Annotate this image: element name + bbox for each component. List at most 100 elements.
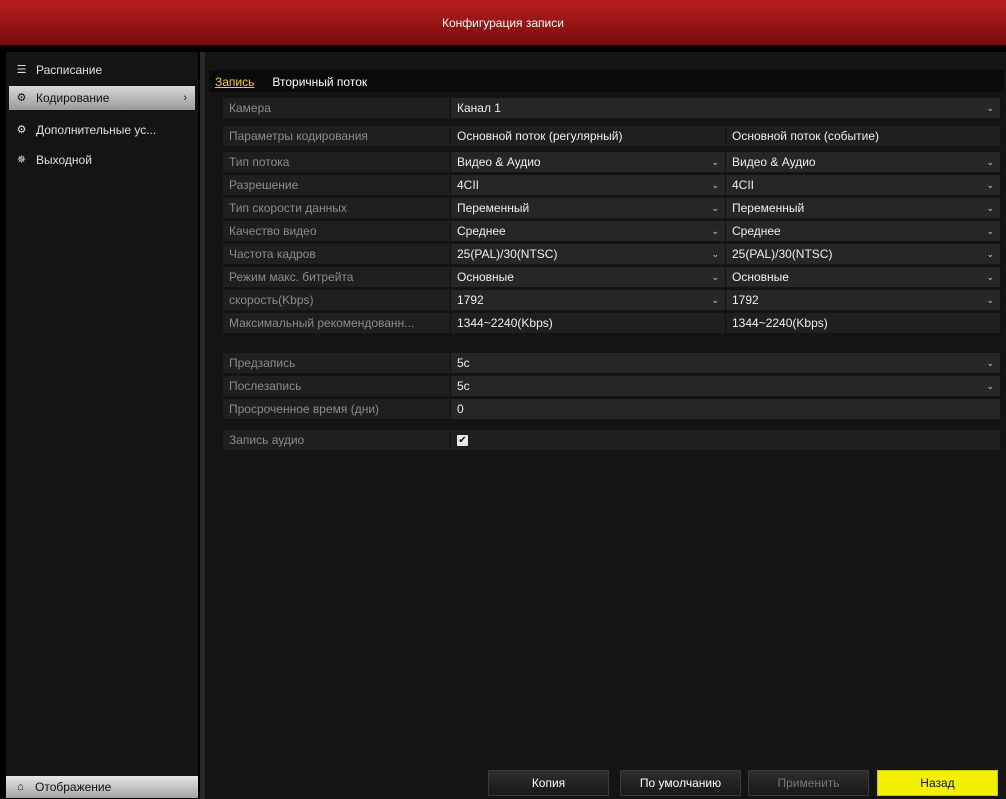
- tab-bar: Запись Вторичный поток: [209, 70, 1004, 92]
- default-button[interactable]: По умолчанию: [620, 770, 741, 796]
- sidebar-item-schedule[interactable]: ☰ Расписание: [9, 58, 195, 82]
- select-value: 5с: [457, 356, 470, 370]
- max-bitrate-mode-regular-select[interactable]: Основные ⌄: [451, 267, 726, 287]
- sidebar-item-encoding[interactable]: ⚙ Кодирование ›: [9, 86, 195, 110]
- chevron-down-icon: ⌄: [711, 271, 719, 282]
- select-value: 1792: [457, 293, 484, 307]
- column-header-regular: Основной поток (регулярный): [451, 126, 726, 146]
- apply-button[interactable]: Применить: [748, 770, 869, 796]
- calendar-icon: ☰: [16, 63, 27, 76]
- select-value: Видео & Аудио: [457, 155, 541, 169]
- camera-select[interactable]: Канал 1 ⌄: [451, 98, 1001, 118]
- bitrate-event-select[interactable]: 1792 ⌄: [726, 290, 1001, 310]
- chevron-down-icon: ⌄: [711, 248, 719, 259]
- prerecord-row: Предзапись 5с ⌄: [223, 353, 1001, 373]
- video-quality-label: Качество видео: [223, 221, 451, 241]
- recommended-bitrate-row: Максимальный рекомендованн... 1344~2240(…: [223, 313, 1001, 333]
- gear-icon: ⚙: [16, 91, 27, 104]
- main-content: Запись Вторичный поток Камера Канал 1 ⌄ …: [205, 52, 1006, 799]
- stream-type-regular-select[interactable]: Видео & Аудио ⌄: [451, 152, 726, 172]
- bitrate-type-label: Тип скорости данных: [223, 198, 451, 218]
- stream-type-row: Тип потока Видео & Аудио ⌄ Видео & Аудио ⌄: [223, 152, 1001, 172]
- home-icon: ⌂: [17, 780, 24, 793]
- camera-label: Камера: [223, 98, 451, 118]
- holiday-icon: ✵: [16, 153, 27, 166]
- sidebar-bottom-label: Отображение: [35, 780, 112, 794]
- select-value: 4CII: [457, 178, 480, 192]
- audio-record-checkbox[interactable]: ✔: [457, 434, 468, 446]
- bitrate-regular-select[interactable]: 1792 ⌄: [451, 290, 726, 310]
- select-value: Переменный: [732, 201, 805, 215]
- bitrate-type-row: Тип скорости данных Переменный ⌄ Переменн…: [223, 198, 1001, 218]
- bitrate-type-regular-select[interactable]: Переменный ⌄: [451, 198, 726, 218]
- back-button[interactable]: Назад: [877, 770, 998, 796]
- prerecord-label: Предзапись: [223, 353, 451, 373]
- recommended-bitrate-label: Максимальный рекомендованн...: [223, 313, 451, 333]
- window-title: Конфигурация записи: [442, 15, 564, 30]
- chevron-down-icon: ⌄: [986, 202, 994, 213]
- expired-time-input[interactable]: 0: [451, 399, 1001, 419]
- window-title-bar: Конфигурация записи: [0, 0, 1006, 46]
- bitrate-row: скорость(Kbps) 1792 ⌄ 1792 ⌄: [223, 290, 1001, 310]
- recommended-bitrate-event: 1344~2240(Kbps): [726, 313, 1001, 333]
- max-bitrate-mode-event-select[interactable]: Основные ⌄: [726, 267, 1001, 287]
- expired-time-row: Просроченное время (дни) 0: [223, 399, 1001, 419]
- select-value: Переменный: [457, 201, 530, 215]
- resolution-row: Разрешение 4CII ⌄ 4CII ⌄: [223, 175, 1001, 195]
- sidebar-display-button[interactable]: ⌂ Отображение: [6, 776, 198, 798]
- input-value: 0: [457, 402, 464, 416]
- video-quality-regular-select[interactable]: Среднее ⌄: [451, 221, 726, 241]
- chevron-down-icon: ⌄: [986, 380, 994, 391]
- sidebar-item-holiday[interactable]: ✵ Выходной: [9, 148, 195, 172]
- resolution-event-select[interactable]: 4CII ⌄: [726, 175, 1001, 195]
- chevron-down-icon: ⌄: [711, 202, 719, 213]
- bitrate-label: скорость(Kbps): [223, 290, 451, 310]
- resolution-regular-select[interactable]: 4CII ⌄: [451, 175, 726, 195]
- expired-time-label: Просроченное время (дни): [223, 399, 451, 419]
- frame-rate-event-select[interactable]: 25(PAL)/30(NTSC) ⌄: [726, 244, 1001, 264]
- select-value: Среднее: [732, 224, 781, 238]
- tab-record[interactable]: Запись: [215, 75, 254, 92]
- video-quality-row: Качество видео Среднее ⌄ Среднее ⌄: [223, 221, 1001, 241]
- select-value: 5с: [457, 379, 470, 393]
- audio-record-cell: ✔: [451, 430, 1001, 450]
- select-value: 1792: [732, 293, 759, 307]
- chevron-down-icon: ⌄: [986, 294, 994, 305]
- prerecord-select[interactable]: 5с ⌄: [451, 353, 1001, 373]
- settings-icon: ⚙: [16, 123, 27, 136]
- copy-button[interactable]: Копия: [488, 770, 609, 796]
- video-quality-event-select[interactable]: Среднее ⌄: [726, 221, 1001, 241]
- sidebar-item-advanced[interactable]: ⚙ Дополнительные ус...: [9, 118, 195, 142]
- camera-row: Камера Канал 1 ⌄: [223, 98, 1001, 118]
- chevron-down-icon: ⌄: [986, 102, 994, 113]
- sidebar: ☰ Расписание ⚙ Кодирование › ⚙ Дополните…: [6, 52, 198, 798]
- sidebar-item-label: Выходной: [36, 153, 92, 167]
- resolution-label: Разрешение: [223, 175, 451, 195]
- postrecord-select[interactable]: 5с ⌄: [451, 376, 1001, 396]
- tab-substream[interactable]: Вторичный поток: [272, 75, 367, 92]
- frame-rate-row: Частота кадров 25(PAL)/30(NTSC) ⌄ 25(PAL)…: [223, 244, 1001, 264]
- chevron-down-icon: ⌄: [986, 271, 994, 282]
- sidebar-item-label: Кодирование: [36, 91, 110, 105]
- sidebar-item-label: Дополнительные ус...: [36, 123, 157, 137]
- stream-type-event-select[interactable]: Видео & Аудио ⌄: [726, 152, 1001, 172]
- postrecord-row: Послезапись 5с ⌄: [223, 376, 1001, 396]
- frame-rate-regular-select[interactable]: 25(PAL)/30(NTSC) ⌄: [451, 244, 726, 264]
- audio-record-label: Запись аудио: [223, 430, 451, 450]
- audio-record-row: Запись аудио ✔: [223, 430, 1001, 450]
- chevron-down-icon: ⌄: [986, 357, 994, 368]
- chevron-down-icon: ⌄: [711, 179, 719, 190]
- chevron-down-icon: ⌄: [711, 225, 719, 236]
- bitrate-type-event-select[interactable]: Переменный ⌄: [726, 198, 1001, 218]
- chevron-down-icon: ⌄: [986, 156, 994, 167]
- sidebar-item-label: Расписание: [36, 63, 103, 77]
- select-value: Среднее: [457, 224, 506, 238]
- column-header-event: Основной поток (событие): [726, 126, 1001, 146]
- max-bitrate-mode-label: Режим макс. битрейта: [223, 267, 451, 287]
- camera-value: Канал 1: [457, 101, 501, 115]
- chevron-down-icon: ⌄: [986, 248, 994, 259]
- chevron-down-icon: ⌄: [711, 294, 719, 305]
- postrecord-label: Послезапись: [223, 376, 451, 396]
- frame-rate-label: Частота кадров: [223, 244, 451, 264]
- chevron-down-icon: ⌄: [711, 156, 719, 167]
